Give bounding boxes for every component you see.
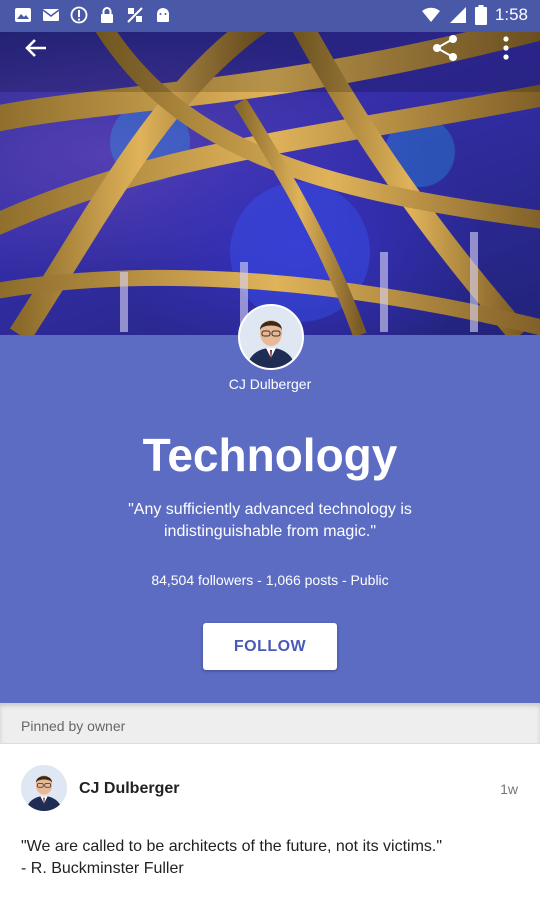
signal-icon — [449, 7, 466, 23]
person-portrait-icon — [21, 765, 67, 811]
owner-name[interactable]: CJ Dulberger — [0, 376, 540, 392]
battery-icon — [474, 5, 487, 25]
status-notifications — [14, 6, 172, 24]
back-arrow-icon[interactable] — [20, 32, 52, 64]
wifi-icon — [421, 7, 440, 22]
community-title: Technology — [142, 429, 398, 481]
more-vert-icon[interactable] — [490, 32, 522, 64]
no-signal-icon — [127, 7, 143, 23]
share-icon[interactable] — [429, 32, 461, 64]
pinned-post[interactable]: CJ Dulberger 1w "We are called to be arc… — [0, 744, 540, 897]
android-icon — [157, 8, 169, 22]
post-timestamp: 1w — [500, 781, 518, 797]
info-icon — [70, 6, 88, 24]
community-tagline: "Any sufficiently advanced technology is… — [128, 501, 412, 540]
post-author-avatar[interactable] — [21, 765, 67, 811]
owner-avatar[interactable] — [238, 304, 304, 370]
photo-icon — [15, 8, 31, 22]
person-portrait-icon — [240, 306, 302, 368]
highway-illustration — [0, 32, 540, 335]
status-time: 1:58 — [494, 5, 528, 24]
follow-button[interactable]: FOLLOW — [203, 623, 337, 670]
status-system: 1:58 — [421, 5, 528, 25]
community-stats: 84,504 followers - 1,066 posts - Public — [151, 572, 389, 588]
status-bar: 1:58 — [0, 0, 540, 32]
post-author-name[interactable]: CJ Dulberger — [79, 780, 179, 798]
email-icon — [42, 9, 60, 21]
pinned-section-header: Pinned by owner — [0, 703, 540, 744]
cover-image — [0, 32, 540, 335]
lock-icon — [101, 7, 113, 23]
post-text: "We are called to be architects of the f… — [21, 838, 443, 877]
pinned-label: Pinned by owner — [21, 718, 126, 734]
